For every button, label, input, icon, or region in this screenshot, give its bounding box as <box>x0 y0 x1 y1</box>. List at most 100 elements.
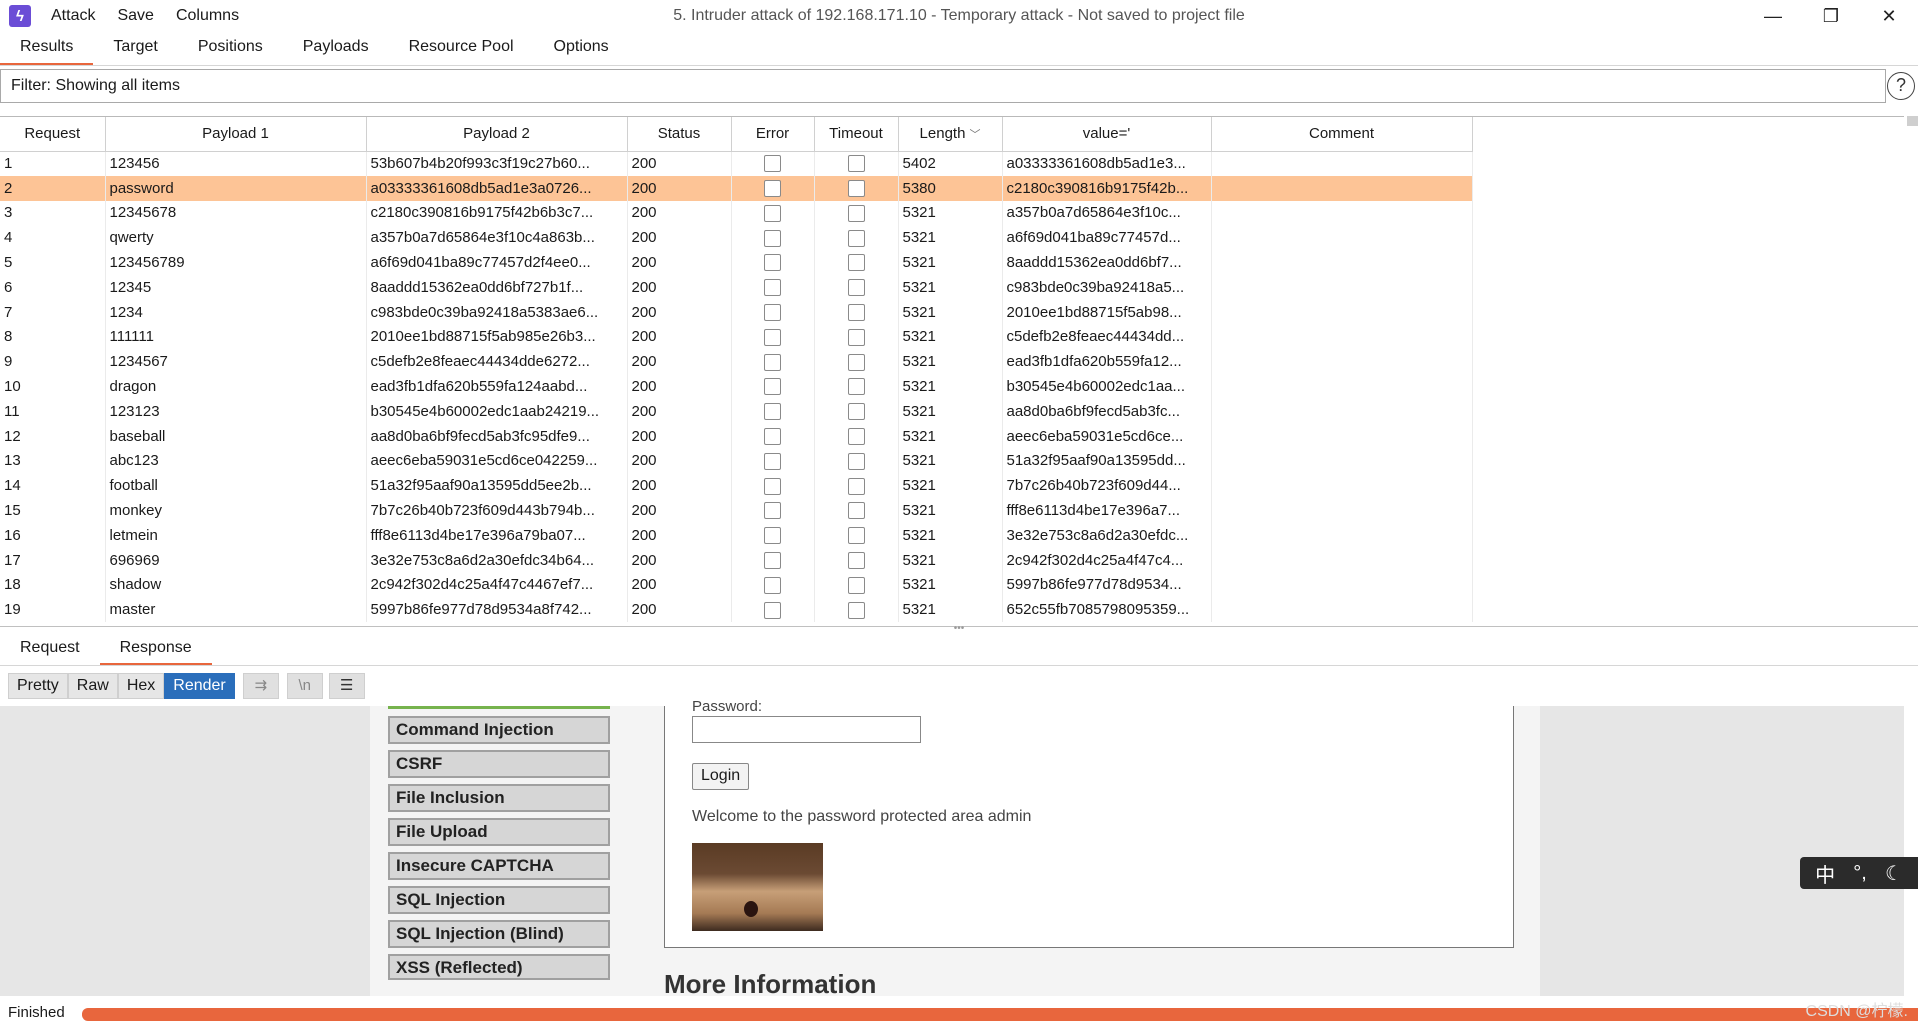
timeout-checkbox[interactable] <box>847 279 865 297</box>
menu-save[interactable]: Save <box>117 7 153 25</box>
timeout-checkbox[interactable] <box>847 527 865 545</box>
header-length[interactable]: Length ﹀ <box>898 117 1003 152</box>
table-row[interactable]: 19 master 5997b86fe977d78d9534a8f742... 200… <box>0 597 1473 623</box>
header-request[interactable]: Request <box>0 117 106 152</box>
tab-target[interactable]: Target <box>93 32 177 66</box>
error-checkbox[interactable] <box>764 353 781 371</box>
timeout-checkbox[interactable] <box>847 551 865 569</box>
timeout-checkbox[interactable] <box>847 229 865 247</box>
wrap-lines-icon[interactable]: ⇉ <box>242 673 279 699</box>
header-status[interactable]: Status <box>627 117 732 152</box>
header-comment[interactable]: Comment <box>1211 117 1473 152</box>
timeout-checkbox[interactable] <box>847 403 865 421</box>
ime-punctuation-icon[interactable]: °, <box>1853 862 1867 885</box>
timeout-checkbox[interactable] <box>847 303 865 321</box>
timeout-checkbox[interactable] <box>847 155 865 173</box>
table-scrollbar[interactable] <box>1904 116 1918 626</box>
error-checkbox[interactable] <box>764 303 781 321</box>
header-payload-2[interactable]: Payload 2 <box>366 117 628 152</box>
table-row[interactable]: 14 football 51a32f95aaf90a13595dd5ee2b... 2… <box>0 473 1473 499</box>
tab-response[interactable]: Response <box>99 634 212 665</box>
menu-attack[interactable]: Attack <box>51 7 95 25</box>
hamburger-menu-icon[interactable]: ☰ <box>328 673 365 699</box>
header-value[interactable]: value=' <box>1002 117 1212 152</box>
error-checkbox[interactable] <box>764 502 781 520</box>
tab-positions[interactable]: Positions <box>178 32 283 66</box>
error-checkbox[interactable] <box>764 279 781 297</box>
tab-results[interactable]: Results <box>0 32 94 66</box>
table-row[interactable]: 13 abc123 aeec6eba59031e5cd6ce042259... 200… <box>0 448 1473 474</box>
error-checkbox[interactable] <box>764 179 781 197</box>
table-row[interactable]: 18 shadow 2c942f302d4c25a4f47c4467ef7... 20… <box>0 572 1473 598</box>
error-checkbox[interactable] <box>764 576 781 594</box>
hex-button[interactable]: Hex <box>117 673 165 699</box>
table-row[interactable]: 2 password a03333361608db5ad1e3a0726... 200… <box>0 175 1473 201</box>
tab-options[interactable]: Options <box>534 32 629 66</box>
timeout-checkbox[interactable] <box>847 477 865 495</box>
dvwa-menu-item[interactable]: CSRF <box>388 750 610 778</box>
table-row[interactable]: 15 monkey 7b7c26b40b723f609d443b794b... 200… <box>0 498 1473 523</box>
header-timeout[interactable]: Timeout <box>814 117 899 152</box>
error-checkbox[interactable] <box>764 204 781 222</box>
dvwa-menu-item[interactable]: Command Injection <box>388 716 610 744</box>
dvwa-menu-item[interactable]: File Inclusion <box>388 784 610 812</box>
table-row[interactable]: 11 123123 b30545e4b60002edc1aab24219... 200… <box>0 398 1473 424</box>
tab-request[interactable]: Request <box>0 634 100 665</box>
error-checkbox[interactable] <box>764 328 781 346</box>
tab-payloads[interactable]: Payloads <box>283 32 389 66</box>
menu-columns[interactable]: Columns <box>176 7 239 25</box>
error-checkbox[interactable] <box>764 551 781 569</box>
ime-chinese-icon[interactable]: 中 <box>1815 859 1835 888</box>
table-row[interactable]: 1 123456 53b607b4b20f993c3f19c27b60... 200 5… <box>0 151 1473 176</box>
timeout-checkbox[interactable] <box>847 328 865 346</box>
error-checkbox[interactable] <box>764 403 781 421</box>
timeout-checkbox[interactable] <box>847 204 865 222</box>
table-row[interactable]: 6 12345 8aaddd15362ea0dd6bf727b1f... 200 532… <box>0 274 1473 300</box>
table-row[interactable]: 9 1234567 c5defb2e8feaec44434dde6272... 200… <box>0 349 1473 375</box>
error-checkbox[interactable] <box>764 477 781 495</box>
dvwa-menu-item[interactable]: SQL Injection (Blind) <box>388 920 610 948</box>
newline-icon[interactable]: \n <box>286 673 323 699</box>
dvwa-menu-item[interactable]: SQL Injection <box>388 886 610 914</box>
error-checkbox[interactable] <box>764 378 781 396</box>
error-checkbox[interactable] <box>764 254 781 272</box>
table-row[interactable]: 5 123456789 a6f69d041ba89c77457d2f4ee0... 2… <box>0 250 1473 275</box>
close-icon[interactable]: ✕ <box>1860 0 1918 32</box>
restore-icon[interactable]: ❐ <box>1802 0 1860 32</box>
timeout-checkbox[interactable] <box>847 452 865 470</box>
error-checkbox[interactable] <box>764 427 781 445</box>
timeout-checkbox[interactable] <box>847 179 865 197</box>
error-checkbox[interactable] <box>764 527 781 545</box>
timeout-checkbox[interactable] <box>847 254 865 272</box>
table-row[interactable]: 10 dragon ead3fb1dfa620b559fa124aabd... 200… <box>0 374 1473 399</box>
timeout-checkbox[interactable] <box>847 576 865 594</box>
error-checkbox[interactable] <box>764 601 781 619</box>
timeout-checkbox[interactable] <box>847 601 865 619</box>
login-button[interactable]: Login <box>692 763 750 790</box>
timeout-checkbox[interactable] <box>847 378 865 396</box>
table-row[interactable]: 7 1234 c983bde0c39ba92418a5383ae6... 200 532… <box>0 299 1473 325</box>
table-row[interactable]: 4 qwerty a357b0a7d65864e3f10c4a863b... 200 5… <box>0 225 1473 251</box>
table-row[interactable]: 12 baseball aa8d0ba6bf9fecd5ab3fc95dfe9...… <box>0 423 1473 449</box>
ime-toolbar[interactable]: 中 °, ☾ <box>1800 857 1918 889</box>
timeout-checkbox[interactable] <box>847 353 865 371</box>
help-icon[interactable]: ? <box>1887 72 1915 100</box>
password-input[interactable] <box>692 716 921 743</box>
timeout-checkbox[interactable] <box>847 502 865 520</box>
tab-resource-pool[interactable]: Resource Pool <box>389 32 534 66</box>
header-error[interactable]: Error <box>731 117 815 152</box>
minimize-icon[interactable]: — <box>1744 0 1802 32</box>
raw-button[interactable]: Raw <box>67 673 118 699</box>
header-payload-1[interactable]: Payload 1 <box>105 117 367 152</box>
table-row[interactable]: 17 696969 3e32e753c8a6d2a30efdc34b64... 200… <box>0 547 1473 573</box>
pretty-button[interactable]: Pretty <box>8 673 68 699</box>
render-button[interactable]: Render <box>164 673 235 699</box>
error-checkbox[interactable] <box>764 452 781 470</box>
dvwa-menu-item[interactable]: File Upload <box>388 818 610 846</box>
moon-icon[interactable]: ☾ <box>1885 861 1903 886</box>
dvwa-menu-item[interactable]: XSS (Reflected) <box>388 954 610 980</box>
dvwa-menu-item[interactable]: Insecure CAPTCHA <box>388 852 610 880</box>
pane-splitter[interactable]: ••• <box>0 624 1918 634</box>
error-checkbox[interactable] <box>764 155 781 173</box>
filter-bar[interactable]: Filter: Showing all items <box>0 69 1886 103</box>
